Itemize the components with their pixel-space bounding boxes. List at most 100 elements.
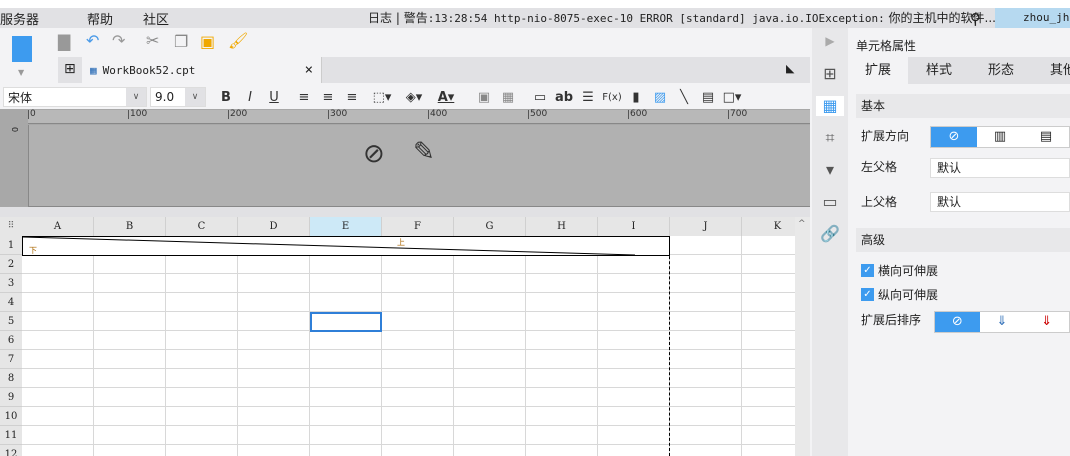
unmerge-cells-icon[interactable]: ▦: [496, 90, 520, 105]
search-icon[interactable]: ⚲: [970, 10, 981, 28]
row-header-2[interactable]: 2: [0, 255, 22, 274]
redo-icon[interactable]: ↷: [112, 31, 125, 50]
formula-button[interactable]: F(x): [600, 92, 624, 103]
new-sheet-icon[interactable]: ⊞: [64, 61, 76, 77]
cell-element-icon[interactable]: ⊞: [820, 64, 840, 84]
selected-cell-E5[interactable]: [310, 312, 382, 332]
chevron-down-icon: ∨: [185, 88, 205, 106]
italic-button[interactable]: I: [238, 90, 262, 105]
row-header-1[interactable]: 1: [0, 236, 22, 255]
font-size-select[interactable]: 9.0 ∨: [150, 87, 206, 107]
chart-icon[interactable]: ▮: [624, 90, 648, 105]
spreadsheet-grid[interactable]: ⠿ ABCDEFGHIJK 1 2 3 4 5 6 7 8 9 10 11 12 上 下: [0, 217, 795, 456]
column-header-J[interactable]: J: [670, 217, 742, 236]
template-icon[interactable]: [12, 36, 32, 62]
cell-border-icon[interactable]: □▾: [720, 90, 744, 105]
hyperlink-icon[interactable]: 🔗: [820, 224, 840, 244]
menu-community[interactable]: 社区: [143, 9, 183, 28]
tab-menu-icon[interactable]: ◣: [786, 62, 794, 75]
log-message[interactable]: 日志 | 警告:13:28:54 http-nio-8075-exec-10 E…: [368, 8, 996, 28]
expand-panel-icon[interactable]: ▶: [820, 34, 840, 54]
underline-button[interactable]: U: [262, 90, 286, 105]
no-sort-icon[interactable]: ⊘: [935, 312, 980, 332]
row-header-11[interactable]: 11: [0, 426, 22, 445]
column-header-B[interactable]: B: [94, 217, 166, 236]
row-header-6[interactable]: 6: [0, 331, 22, 350]
left-parent-input[interactable]: 默认: [930, 158, 1070, 178]
column-header-H[interactable]: H: [526, 217, 598, 236]
pencil-icon[interactable]: ✎: [413, 137, 435, 167]
sort-descending-icon[interactable]: ⇓: [1024, 312, 1069, 332]
column-header-F[interactable]: F: [382, 217, 454, 236]
save-icon[interactable]: ▇: [58, 32, 70, 51]
row-header-8[interactable]: 8: [0, 369, 22, 388]
row-header-4[interactable]: 4: [0, 293, 22, 312]
tab-style[interactable]: 样式: [908, 57, 970, 84]
horizontal-expand-icon[interactable]: ▤: [1023, 127, 1069, 147]
column-header-E[interactable]: E: [310, 217, 382, 236]
sort-ascending-icon[interactable]: ⇓: [980, 312, 1025, 332]
column-header-A[interactable]: A: [22, 217, 94, 236]
menu-server[interactable]: 服务器: [0, 9, 53, 28]
vertical-scrollbar[interactable]: ^: [795, 217, 810, 456]
chevron-down-icon[interactable]: ▼: [18, 68, 24, 77]
row-header-10[interactable]: 10: [0, 407, 22, 426]
font-color-icon[interactable]: A▾: [434, 90, 458, 105]
tab-label: WorkBook52.cpt: [102, 63, 196, 77]
paste-icon[interactable]: ▣: [200, 32, 215, 51]
condition-icon[interactable]: ▭: [820, 192, 840, 212]
copy-icon[interactable]: ❐: [174, 32, 188, 51]
row-header-9[interactable]: 9: [0, 388, 22, 407]
row-header-7[interactable]: 7: [0, 350, 22, 369]
sub-report-icon[interactable]: ▤: [696, 90, 720, 105]
eye-hidden-icon[interactable]: ⊘: [363, 139, 385, 169]
rich-text-icon[interactable]: ☰: [576, 90, 600, 105]
float-element-icon[interactable]: ⌗: [820, 128, 840, 148]
grid-line: [22, 311, 795, 312]
tab-other[interactable]: 其他: [1032, 57, 1070, 84]
close-icon[interactable]: ×: [305, 62, 313, 78]
menu-help[interactable]: 帮助: [87, 9, 127, 28]
select-all-corner[interactable]: ⠿: [0, 217, 22, 236]
vertical-expand-icon[interactable]: ▥: [977, 127, 1023, 147]
cut-icon[interactable]: ✂: [146, 31, 159, 50]
image-icon[interactable]: ▨: [648, 90, 672, 105]
column-header-G[interactable]: G: [454, 217, 526, 236]
align-center-icon[interactable]: ≡: [316, 90, 340, 105]
font-family-select[interactable]: 宋体 ∨: [3, 87, 147, 107]
cell-properties-panel: 单元格属性 扩展 样式 形态 其他 基本 扩展方向 ⊘ ▥ ▤ 左父格 默认 上…: [848, 28, 1070, 456]
cell-attribute-icon[interactable]: ▦: [816, 96, 844, 116]
text-ab-button[interactable]: ab: [552, 90, 576, 105]
horizontal-expandable-checkbox[interactable]: ✓ 横向可伸展: [861, 262, 938, 279]
bold-button[interactable]: B: [214, 90, 238, 105]
top-parent-input[interactable]: 默认: [930, 192, 1070, 212]
row-header-3[interactable]: 3: [0, 274, 22, 293]
align-right-icon[interactable]: ≡: [340, 90, 364, 105]
row-header-12[interactable]: 12: [0, 445, 22, 456]
format-painter-icon[interactable]: 🖌: [228, 31, 248, 50]
column-header-D[interactable]: D: [238, 217, 310, 236]
grid-line: [597, 236, 598, 456]
undo-icon[interactable]: ↶: [86, 31, 99, 50]
merged-slash-cell[interactable]: 上 下: [22, 236, 670, 256]
fill-color-icon[interactable]: ◈▾: [402, 90, 426, 105]
border-icon[interactable]: ⬚▾: [370, 90, 394, 105]
chevron-up-icon[interactable]: ^: [798, 219, 806, 229]
panel-title: 单元格属性: [856, 39, 917, 53]
column-header-I[interactable]: I: [598, 217, 670, 236]
log-label[interactable]: 日志: [368, 11, 392, 25]
text-field-icon[interactable]: ▭: [528, 90, 552, 105]
align-left-icon[interactable]: ≡: [292, 90, 316, 105]
vertical-expandable-checkbox[interactable]: ✓ 纵向可伸展: [861, 286, 938, 303]
row-header-5[interactable]: 5: [0, 312, 22, 331]
tab-workbook52[interactable]: ▦ WorkBook52.cpt ×: [82, 57, 322, 83]
no-expand-icon[interactable]: ⊘: [931, 127, 977, 147]
slash-icon[interactable]: ╲: [672, 90, 696, 105]
tab-expand[interactable]: 扩展: [848, 57, 908, 84]
column-header-C[interactable]: C: [166, 217, 238, 236]
merge-cells-icon[interactable]: ▣: [472, 90, 496, 105]
user-account[interactable]: zhou_jh: [995, 8, 1070, 28]
tab-form[interactable]: 形态: [970, 57, 1032, 84]
column-header-K[interactable]: K: [742, 217, 795, 236]
widget-icon[interactable]: ▾: [820, 160, 840, 180]
